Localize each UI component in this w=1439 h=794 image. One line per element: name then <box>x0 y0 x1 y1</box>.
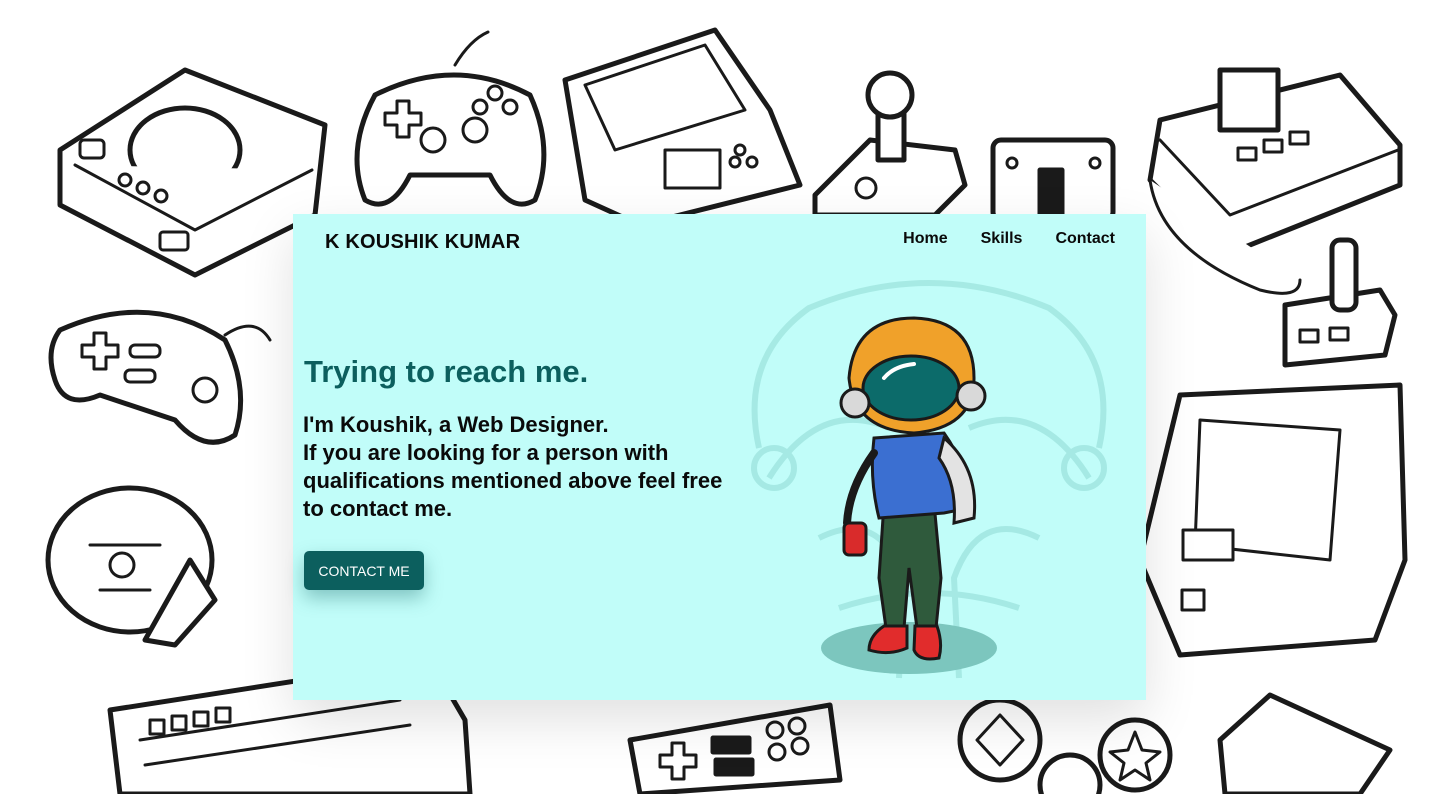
astronaut-illustration <box>751 280 1107 679</box>
contact-me-button[interactable]: CONTACT ME <box>304 551 424 590</box>
ground-shadow <box>821 622 997 674</box>
hero-title: Trying to reach me. <box>304 354 589 389</box>
hero-line-contact: If you are looking for a person with qua… <box>303 440 723 521</box>
nav-skills[interactable]: Skills <box>981 230 1023 248</box>
gamepad-icon <box>354 30 547 207</box>
left-ear-piece <box>839 387 871 419</box>
trousers <box>877 501 943 630</box>
left-arm <box>843 449 878 527</box>
spray-can <box>842 521 868 557</box>
joystick-icon <box>812 70 968 218</box>
warning-panel-icon <box>990 137 1116 223</box>
nav-contact[interactable]: Contact <box>1055 230 1115 248</box>
right-shoe <box>912 624 943 661</box>
arcade-cabinet-icon <box>1137 382 1408 658</box>
hero-line-intro: I'm Koushik, a Web Designer. <box>303 412 609 437</box>
nav-home[interactable]: Home <box>903 230 947 248</box>
main-nav: Home Skills Contact <box>903 230 1115 248</box>
joystick-icon <box>1282 237 1398 368</box>
game-console-icon <box>1147 67 1403 295</box>
brand-name[interactable]: K KOUSHIK KUMAR <box>325 231 520 254</box>
gamepad-icon <box>48 309 272 445</box>
gamepad-icon <box>627 702 843 794</box>
right-ear-piece <box>955 380 987 412</box>
hero-description: I'm Koushik, a Web Designer. If you are … <box>303 411 733 523</box>
hero-card: K KOUSHIK KUMAR Home Skills Contact Tryi… <box>293 214 1146 700</box>
steering-wheel-icon <box>45 485 218 648</box>
handheld-console-icon <box>562 27 803 228</box>
controller-buttons-icon <box>957 692 1393 794</box>
game-console-icon <box>57 67 328 278</box>
